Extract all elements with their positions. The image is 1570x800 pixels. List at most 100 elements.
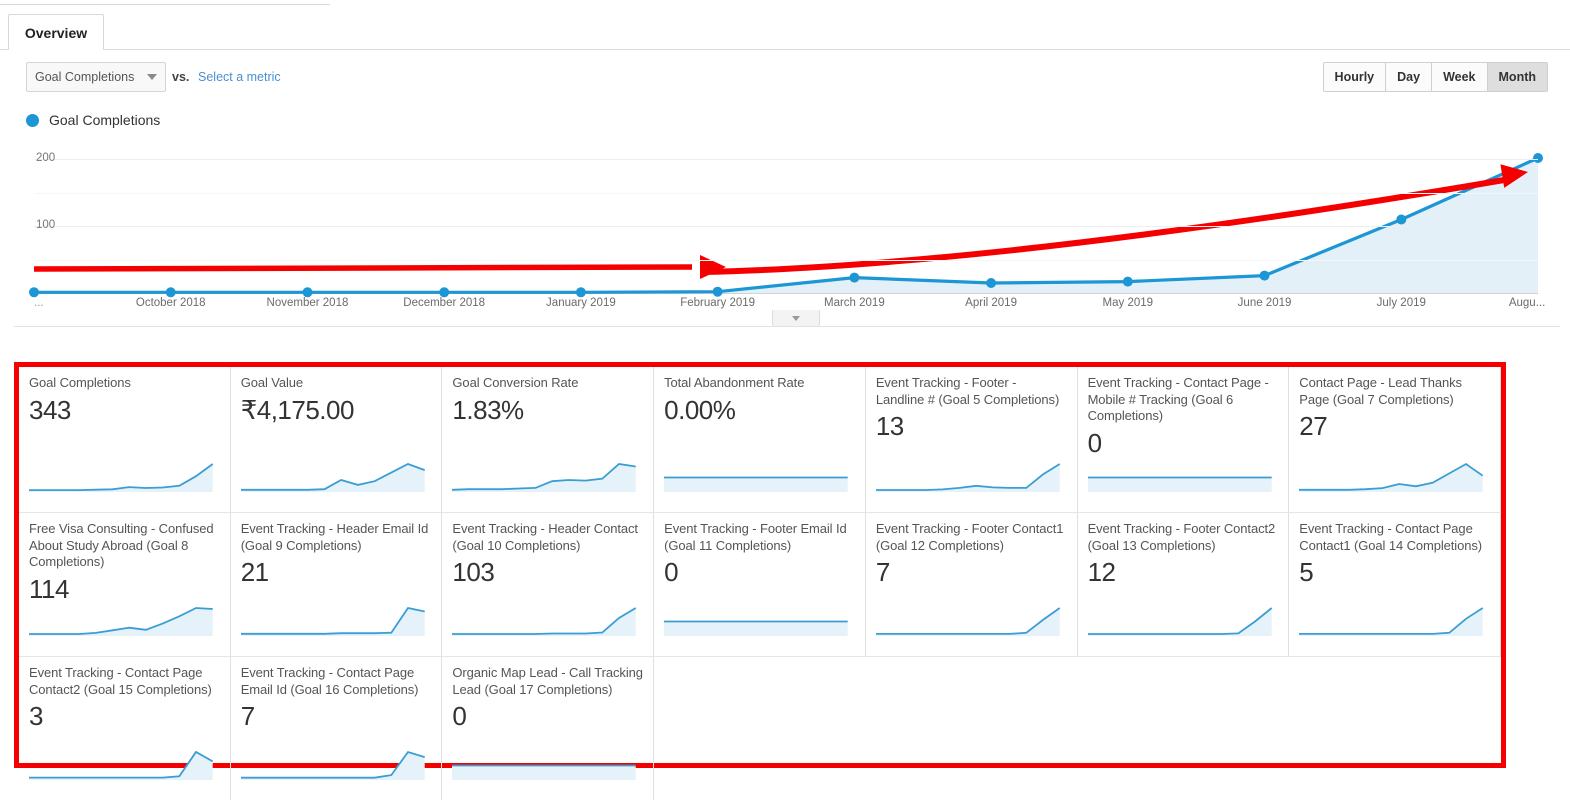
- metric-card[interactable]: Event Tracking - Header Contact (Goal 10…: [442, 513, 655, 656]
- sparkline-fill: [1299, 608, 1483, 636]
- granularity-toggle-group[interactable]: Hourly Day Week Month: [1322, 62, 1548, 92]
- chart-expander-button[interactable]: [772, 310, 820, 327]
- tab-overview[interactable]: Overview: [8, 14, 104, 50]
- chart-data-point[interactable]: [29, 287, 39, 298]
- metric-card-sparkline: [452, 463, 637, 492]
- gridline-minor: [34, 259, 1538, 261]
- chart-data-point[interactable]: [849, 272, 860, 283]
- metric-card[interactable]: Event Tracking - Contact Page - Mobile #…: [1078, 367, 1290, 512]
- metric-card[interactable]: Event Tracking - Footer Contact2 (Goal 1…: [1078, 513, 1290, 656]
- metric-card[interactable]: Contact Page - Lead Thanks Page (Goal 7 …: [1289, 367, 1501, 512]
- metric-selector-value: Goal Completions: [35, 70, 135, 84]
- metric-card-sparkline: [452, 607, 637, 636]
- metric-card[interactable]: Goal Conversion Rate 1.83%: [442, 367, 655, 512]
- metric-card-sparkline: [240, 463, 425, 492]
- metric-card-value: 0: [664, 557, 679, 587]
- metric-card-title: Total Abandonment Rate: [664, 375, 805, 390]
- metric-card-value: 7: [875, 557, 890, 587]
- metric-card-value: 0: [452, 701, 467, 731]
- x-axis-tick-label: October 2018: [135, 297, 206, 309]
- metric-selector[interactable]: Goal Completions: [26, 62, 166, 92]
- metric-card-title: Contact Page - Lead Thanks Page (Goal 7 …: [1299, 375, 1462, 407]
- metric-card-value: 114: [29, 573, 69, 604]
- metric-card-title: Event Tracking - Contact Page Contact2 (…: [29, 665, 212, 697]
- metric-card-title: Event Tracking - Footer - Landline # (Go…: [875, 375, 1060, 407]
- metric-card-row: Event Tracking - Contact Page Contact2 (…: [19, 657, 1501, 800]
- chart-data-point[interactable]: [1259, 270, 1270, 281]
- metric-card-value: 1.83%: [452, 394, 524, 425]
- metric-card-value: 21: [240, 557, 269, 587]
- metric-card[interactable]: Event Tracking - Contact Page Contact1 (…: [1289, 513, 1501, 656]
- chart-data-point[interactable]: [1122, 276, 1133, 287]
- sparkline-fill: [875, 464, 1060, 492]
- chart-svg: [29, 153, 1543, 298]
- metric-card-value: 3: [29, 701, 43, 731]
- chart-data-point[interactable]: [1396, 214, 1407, 225]
- granularity-hourly[interactable]: Hourly: [1323, 63, 1387, 91]
- chart-data-point[interactable]: [302, 287, 313, 298]
- metric-card-sparkline: [664, 476, 848, 492]
- metric-card[interactable]: Event Tracking - Contact Page Email Id (…: [231, 657, 443, 800]
- metric-card-sparkline: [1087, 476, 1272, 492]
- sparkline-path: [1087, 607, 1272, 635]
- sparkline-fill: [664, 477, 848, 492]
- x-axis-tick-label: May 2019: [1102, 297, 1154, 309]
- x-axis-tick-label: December 2018: [403, 297, 486, 309]
- metric-card[interactable]: Goal Completions 343: [19, 367, 231, 512]
- gridline-minor: [34, 192, 1538, 194]
- metric-card-sparkline: [1299, 607, 1484, 636]
- metric-card-title: Event Tracking - Contact Page - Mobile #…: [1087, 375, 1269, 423]
- tab-overview-label: Overview: [24, 24, 88, 41]
- metric-card[interactable]: Event Tracking - Header Email Id (Goal 9…: [231, 513, 443, 656]
- gridline: [34, 226, 1538, 228]
- chart-data-point[interactable]: [1533, 153, 1543, 163]
- sparkline-fill: [452, 608, 637, 636]
- metric-card[interactable]: Free Visa Consulting - Confused About St…: [19, 513, 231, 656]
- sparkline-fill: [1087, 608, 1272, 636]
- chart-data-point[interactable]: [712, 286, 723, 297]
- metric-card-value: 0.00%: [664, 394, 736, 425]
- x-axis-tick-label: November 2018: [266, 297, 349, 309]
- x-axis-tick-label: July 2019: [1376, 297, 1426, 309]
- metric-card-title: Event Tracking - Footer Email Id (Goal 1…: [664, 521, 847, 553]
- granularity-month[interactable]: Month: [1487, 63, 1547, 91]
- granularity-week[interactable]: Week: [1432, 63, 1488, 91]
- metric-card-row: Goal Completions 343 Goal Value ₹4,175.00 Go…: [19, 367, 1501, 512]
- chart-data-point[interactable]: [575, 287, 586, 298]
- x-axis-tick-label: January 2019: [546, 297, 616, 309]
- sparkline-fill: [452, 464, 637, 492]
- metric-card[interactable]: Goal Value ₹4,175.00: [231, 367, 443, 512]
- metric-card[interactable]: Event Tracking - Footer - Landline # (Go…: [866, 367, 1078, 512]
- tab-strip: Overview: [0, 0, 1570, 50]
- metric-card[interactable]: Event Tracking - Footer Email Id (Goal 1…: [654, 513, 866, 656]
- metric-card-title: Goal Completions: [29, 375, 131, 390]
- metric-card-title: Event Tracking - Footer Contact2 (Goal 1…: [1087, 521, 1276, 553]
- metric-card-title: Event Tracking - Contact Page Email Id (…: [240, 665, 419, 697]
- metric-card-sparkline: [1299, 462, 1484, 492]
- chart-data-point[interactable]: [986, 278, 997, 288]
- metric-card-title: Goal Conversion Rate: [452, 375, 579, 390]
- metric-card[interactable]: Event Tracking - Contact Page Contact2 (…: [19, 657, 231, 800]
- metric-card-empty-slot: [654, 657, 1501, 800]
- x-axis-tick-label: March 2019: [823, 297, 885, 309]
- metric-card-value: 5: [1299, 557, 1314, 587]
- sparkline-fill: [1087, 477, 1272, 492]
- metric-card-value: 0: [1087, 427, 1102, 458]
- top-divider: [0, 4, 330, 5]
- vs-label: vs.: [172, 70, 190, 84]
- metric-card-value: 27: [1299, 411, 1328, 441]
- metric-card[interactable]: Total Abandonment Rate 0.00%: [654, 367, 866, 512]
- select-a-metric-link[interactable]: Select a metric: [198, 70, 281, 84]
- metric-card[interactable]: Event Tracking - Footer Contact1 (Goal 1…: [866, 513, 1078, 656]
- chart-data-point[interactable]: [165, 287, 176, 298]
- control-bar: Goal Completions vs. Select a metric Hou…: [0, 50, 1570, 106]
- chart-data-point[interactable]: [439, 287, 450, 298]
- granularity-day[interactable]: Day: [1386, 63, 1433, 91]
- metric-card[interactable]: Organic Map Lead - Call Tracking Lead (G…: [442, 657, 655, 800]
- y-axis-tick-label: 100: [36, 219, 56, 232]
- metric-card-title: Event Tracking - Header Contact (Goal 10…: [452, 521, 638, 553]
- metric-card-value: ₹4,175.00: [240, 394, 355, 425]
- legend-series-label: Goal Completions: [49, 112, 161, 128]
- sparkline-fill: [240, 464, 425, 492]
- metric-card-value: 103: [452, 557, 495, 587]
